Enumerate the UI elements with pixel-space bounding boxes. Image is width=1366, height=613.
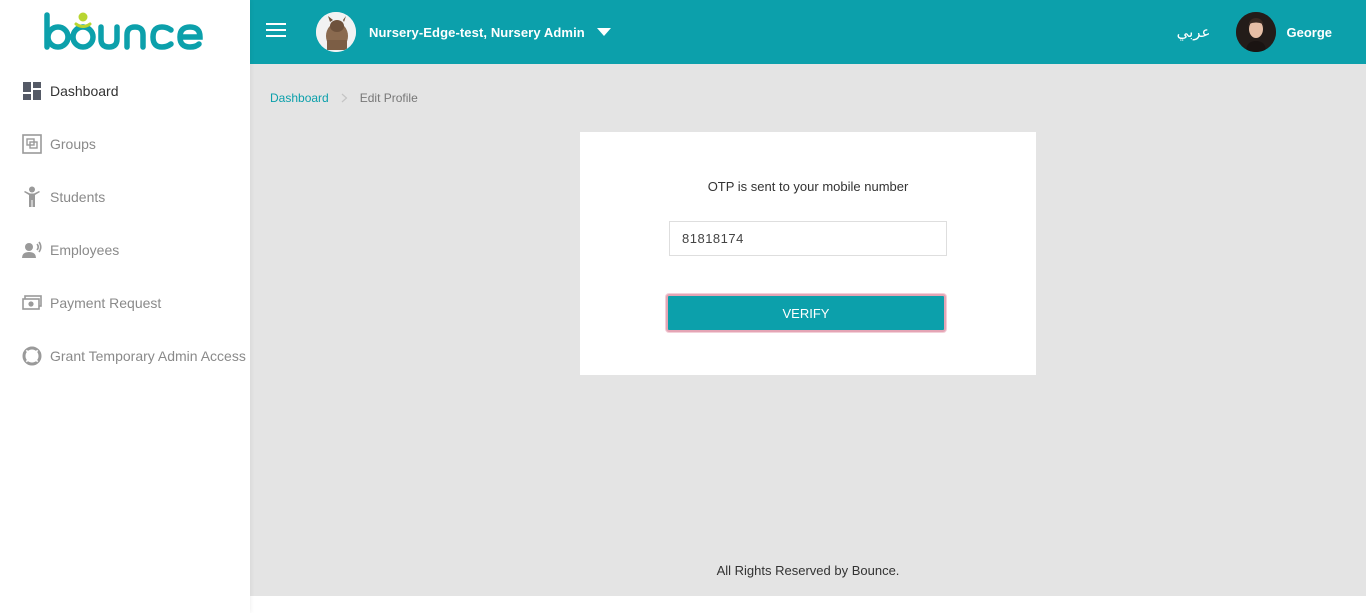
otp-message: OTP is sent to your mobile number (707, 179, 909, 194)
user-name[interactable]: George (1286, 25, 1332, 40)
verify-button[interactable]: VERIFY (666, 294, 946, 332)
sidebar-item-groups[interactable]: Groups (0, 117, 250, 170)
main-content: Dashboard Edit Profile OTP is sent to yo… (250, 64, 1366, 596)
nursery-switcher-label[interactable]: Nursery-Edge-test, Nursery Admin (369, 25, 585, 40)
sidebar-item-grant-admin-access[interactable]: Grant Temporary Admin Access (0, 329, 250, 382)
breadcrumb: Dashboard Edit Profile (270, 91, 418, 105)
bounce-logo[interactable] (0, 0, 250, 64)
breadcrumb-dashboard-link[interactable]: Dashboard (270, 91, 329, 105)
sidebar: Dashboard Groups Students Employees Paym… (0, 0, 250, 613)
student-icon (22, 186, 42, 207)
top-bar: Nursery-Edge-test, Nursery Admin عربي Ge… (250, 0, 1366, 64)
otp-card: OTP is sent to your mobile number VERIFY (580, 132, 1036, 375)
lifebuoy-icon (22, 346, 42, 366)
sidebar-item-label: Payment Request (50, 294, 162, 311)
sidebar-item-payment-request[interactable]: Payment Request (0, 276, 250, 329)
nursery-avatar[interactable] (316, 12, 356, 52)
payment-icon (22, 293, 42, 313)
user-avatar[interactable] (1236, 12, 1277, 52)
sidebar-item-label: Groups (50, 135, 96, 152)
otp-input[interactable] (669, 221, 947, 256)
sidebar-item-label: Employees (50, 241, 120, 258)
hamburger-icon (266, 22, 286, 42)
hamburger-menu-button[interactable] (250, 0, 302, 64)
footer-copyright: All Rights Reserved by Bounce. (716, 563, 900, 578)
sidebar-item-dashboard[interactable]: Dashboard (0, 64, 250, 117)
sidebar-item-label: Grant Temporary Admin Access (50, 347, 246, 364)
breadcrumb-current: Edit Profile (359, 91, 418, 105)
nursery-avatar-icon (316, 12, 356, 52)
bounce-logo-icon (44, 12, 203, 50)
language-switch[interactable]: عربي (1177, 23, 1211, 41)
dashboard-icon (22, 81, 42, 101)
caret-down-icon[interactable] (596, 28, 611, 36)
sidebar-nav: Dashboard Groups Students Employees Paym… (0, 64, 250, 382)
sidebar-item-employees[interactable]: Employees (0, 223, 250, 276)
groups-icon (22, 133, 42, 154)
sidebar-item-students[interactable]: Students (0, 170, 250, 223)
user-avatar-icon (1236, 12, 1277, 52)
sidebar-item-label: Dashboard (50, 82, 119, 99)
employees-icon (22, 240, 42, 260)
chevron-right-icon (341, 93, 348, 103)
sidebar-item-label: Students (50, 188, 106, 205)
